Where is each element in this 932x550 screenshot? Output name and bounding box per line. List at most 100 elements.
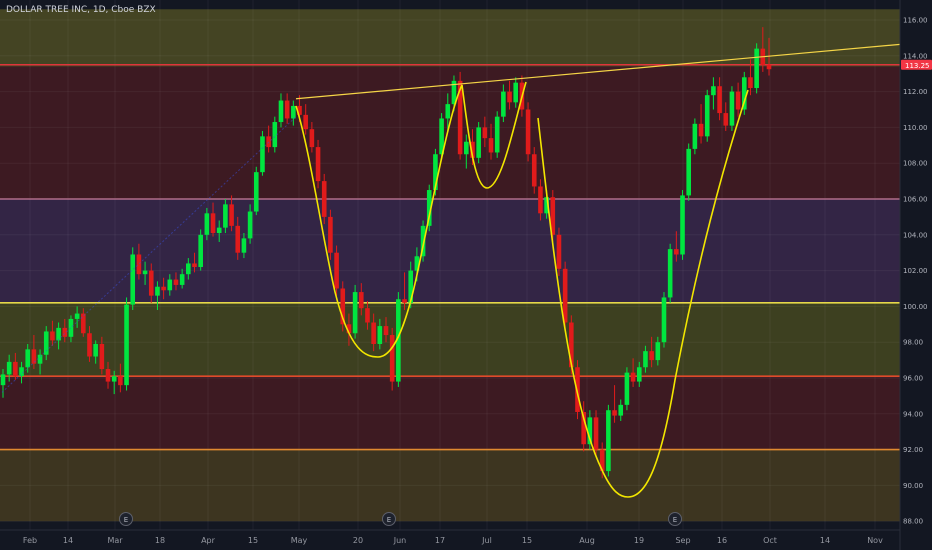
candle xyxy=(754,43,759,94)
candle-body xyxy=(661,297,667,343)
candle-body xyxy=(365,308,370,323)
candle xyxy=(729,86,735,131)
candle xyxy=(606,404,611,477)
candle xyxy=(661,292,667,348)
candle-body xyxy=(748,77,753,89)
candle-body xyxy=(766,64,772,70)
candle-body xyxy=(260,136,265,173)
x-tick-label: May xyxy=(291,536,308,545)
candle-body xyxy=(210,213,216,234)
candle xyxy=(494,111,500,158)
candle-body xyxy=(13,361,18,377)
candle xyxy=(525,102,531,162)
candle-body xyxy=(142,270,148,275)
x-tick-label: 17 xyxy=(435,536,445,545)
candle-body xyxy=(216,227,222,234)
candle-body xyxy=(291,105,296,119)
chart-title: DOLLAR TREE INC, 1D, Cboe BZX xyxy=(6,5,156,15)
y-tick-label: 110.00 xyxy=(903,124,928,132)
candle-body xyxy=(56,327,61,341)
candle xyxy=(389,327,395,391)
last-price-label: 113.25 xyxy=(905,62,930,70)
x-tick-label: 14 xyxy=(820,536,830,545)
candle-body xyxy=(124,304,129,386)
candle-body xyxy=(6,361,12,375)
x-tick-label: 15 xyxy=(248,536,258,545)
candle-body xyxy=(74,313,80,319)
candle xyxy=(624,367,630,411)
candle-body xyxy=(87,333,92,357)
y-tick-label: 98.00 xyxy=(903,339,923,347)
candle-body xyxy=(692,123,698,149)
candle xyxy=(352,284,358,339)
candle-body xyxy=(445,104,451,119)
candle-body xyxy=(136,254,142,275)
y-tick-label: 108.00 xyxy=(903,160,928,168)
candle xyxy=(680,190,685,260)
y-tick-label: 114.00 xyxy=(903,52,928,60)
candle-body xyxy=(173,279,179,285)
zone-band xyxy=(0,66,900,199)
earnings-marker[interactable]: E xyxy=(382,512,396,526)
price-chart[interactable]: Feb 14 Mar 18 Apr 15 May 20 Jun 17 Jul 15 Aug 19 Sep 16… xyxy=(0,0,932,550)
candle-body xyxy=(377,326,383,344)
candle-body xyxy=(204,213,210,235)
earnings-marker-label: E xyxy=(673,516,677,524)
x-tick-label: 19 xyxy=(634,536,644,545)
x-tick-label: Apr xyxy=(201,536,216,545)
y-axis[interactable]: 88.00 90.00 92.00 94.00 96.00 98.00 100.00 102.… xyxy=(899,0,932,550)
candle-body xyxy=(686,148,691,196)
candle xyxy=(686,143,691,201)
candle-body xyxy=(111,376,117,382)
candle-body xyxy=(729,91,735,126)
candle-body xyxy=(383,326,389,336)
candle-body xyxy=(389,335,395,382)
y-tick-label: 104.00 xyxy=(903,231,928,239)
y-tick-label: 102.00 xyxy=(903,267,928,275)
x-axis-bg xyxy=(0,530,932,550)
candle xyxy=(328,209,333,260)
earnings-marker[interactable]: E xyxy=(119,512,133,526)
candle-body xyxy=(62,327,68,337)
earnings-marker-label: E xyxy=(387,516,391,524)
candle-body xyxy=(315,147,321,182)
x-tick-label: Mar xyxy=(107,536,123,545)
candle-body xyxy=(674,249,679,255)
candle xyxy=(253,166,259,216)
candle xyxy=(260,130,265,176)
candle-body xyxy=(593,417,599,450)
candle xyxy=(667,243,673,303)
candle-body xyxy=(556,234,562,269)
earnings-marker-label: E xyxy=(124,516,128,524)
x-tick-label: 20 xyxy=(353,536,363,545)
y-tick-label: 92.00 xyxy=(903,446,923,454)
candle-body xyxy=(704,95,710,137)
candle-body xyxy=(754,48,759,89)
candle-body xyxy=(513,82,519,103)
x-axis: Feb 14 Mar 18 Apr 15 May 20 Jun 17 Jul 15 Aug 19 Sep 16… xyxy=(0,529,932,550)
candle-body xyxy=(402,299,407,303)
candle-body xyxy=(488,138,494,153)
x-tick-label: Oct xyxy=(763,536,777,545)
candle xyxy=(315,139,321,189)
y-tick-label: 100.00 xyxy=(903,303,928,311)
candle-body xyxy=(148,270,154,296)
x-tick-label: Jul xyxy=(481,536,492,545)
candle-body xyxy=(241,238,247,253)
y-tick-label: 96.00 xyxy=(903,375,923,383)
candle-body xyxy=(618,404,624,416)
candle-body xyxy=(723,113,729,126)
candle-body xyxy=(334,252,339,289)
zone-band xyxy=(0,302,900,377)
earnings-marker[interactable]: E xyxy=(668,512,682,526)
candle-body xyxy=(25,349,31,368)
candle-body xyxy=(698,123,704,137)
candle-body xyxy=(179,274,185,285)
candle-body xyxy=(612,410,617,416)
candle-body xyxy=(118,376,123,386)
candle-body xyxy=(464,141,469,155)
candle-body xyxy=(525,109,531,155)
candle-body xyxy=(358,292,364,309)
candle-body xyxy=(562,268,568,323)
candle xyxy=(692,118,698,155)
